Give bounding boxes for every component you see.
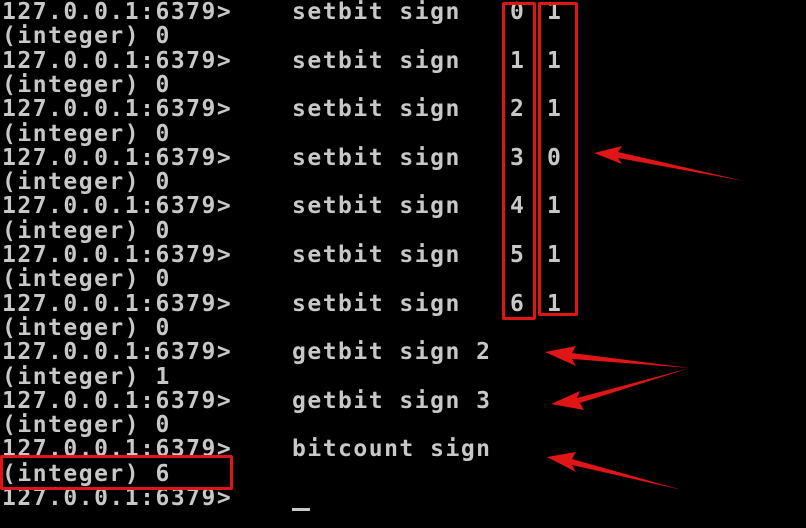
arrow-to-getbit-2-icon [545, 346, 690, 368]
arrow-to-getbit-3-icon [551, 368, 690, 410]
arrow-to-bit-3-icon [594, 146, 744, 181]
annotation-arrows [545, 146, 744, 490]
arrow-to-bitcount-icon [547, 452, 682, 490]
